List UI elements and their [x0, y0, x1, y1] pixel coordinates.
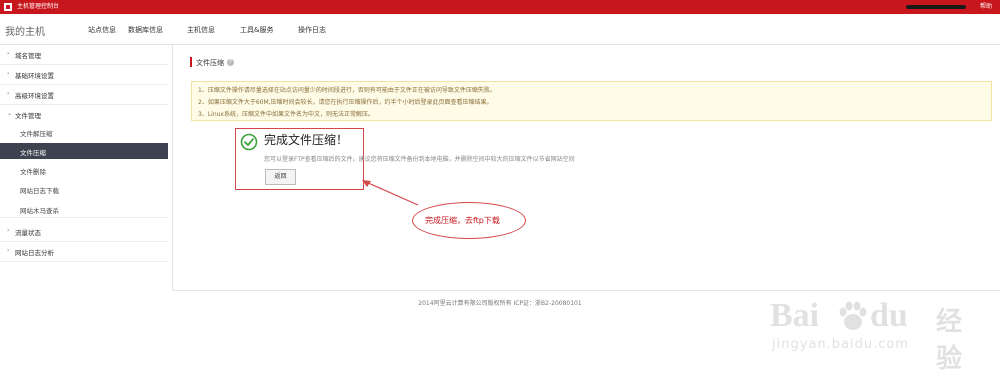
- sidebar-group-label: 高级环境设置: [15, 92, 54, 100]
- help-icon[interactable]: ?: [227, 59, 234, 66]
- notice-line-2: 2、如果压缩文件大于60M,压缩时间会较长，请您在执行压缩操作后，约半个小时后登…: [198, 99, 493, 106]
- sidebar-item-log-download[interactable]: 网站日志下载: [0, 181, 168, 197]
- sidebar-group-label: 文件管理: [15, 112, 41, 120]
- sidebar-item-label: 网站日志下载: [20, 187, 59, 195]
- sidebar-item-label: 网站木马查杀: [20, 207, 59, 215]
- chevron-right-icon: ›: [7, 247, 10, 254]
- nav-tools-services[interactable]: 工具&服务: [240, 25, 273, 35]
- sidebar-group-traffic[interactable]: › 流量状态: [0, 222, 168, 242]
- annotation-arrow: [362, 180, 419, 206]
- watermark-url: jingyan.baidu.com: [772, 337, 909, 352]
- chevron-right-icon: ›: [7, 50, 10, 57]
- nav-host-info[interactable]: 主机信息: [187, 25, 215, 35]
- nav-database-info[interactable]: 数据库信息: [128, 25, 163, 35]
- sidebar-group-label: 网站日志分析: [15, 249, 54, 257]
- nav-site-info[interactable]: 站点信息: [88, 25, 116, 35]
- sidebar-item-label: 文件删除: [20, 168, 46, 176]
- chevron-right-icon: ›: [7, 70, 10, 77]
- annotation-text: 完成压缩，去ftp下载: [425, 216, 500, 225]
- notice-box: 1、压缩文件操作请尽量选择在站点访问量少的时间段进行，否则有可能由于文件正在被访…: [191, 81, 992, 121]
- title-accent-bar: [190, 57, 192, 67]
- baidu-paw-icon: [839, 301, 867, 330]
- nav-operation-log[interactable]: 操作日志: [298, 25, 326, 35]
- watermark-bai: Bai: [770, 297, 820, 334]
- chevron-right-icon: ›: [7, 227, 10, 234]
- user-account-redacted[interactable]: [906, 5, 966, 9]
- main-nav: 我的主机 站点信息 数据库信息 主机信息 工具&服务 操作日志: [0, 14, 1000, 45]
- sidebar-item-label: 文件解压缩: [20, 130, 53, 138]
- brand-title[interactable]: 我的主机: [5, 23, 45, 38]
- back-button[interactable]: 返回: [265, 169, 296, 185]
- sidebar-group-file-management[interactable]: ⌄ 文件管理: [0, 105, 168, 124]
- sidebar-group-domain[interactable]: › 域名管理: [0, 45, 168, 65]
- sidebar-item-file-decompress[interactable]: 文件解压缩: [0, 124, 168, 140]
- sidebar-group-log-analysis[interactable]: › 网站日志分析: [0, 242, 168, 262]
- help-menu[interactable]: 帮助: [980, 2, 992, 12]
- result-title: 完成文件压缩！: [264, 133, 349, 147]
- sidebar-group-advanced-env[interactable]: › 高级环境设置: [0, 85, 168, 105]
- sidebar-group-label: 基础环境设置: [15, 72, 54, 80]
- sidebar-item-label: 文件压缩: [20, 149, 46, 157]
- sidebar-group-label: 域名管理: [15, 52, 41, 60]
- baidu-watermark: Bai du 经验 jingyan.baidu.com: [770, 297, 980, 377]
- check-circle-icon: [240, 133, 258, 151]
- watermark-jingyan: 经验: [936, 307, 963, 374]
- sidebar-item-trojan-scan[interactable]: 网站木马查杀: [0, 201, 168, 218]
- page-title: 文件压缩: [196, 59, 224, 67]
- watermark-du: du: [870, 297, 908, 334]
- sidebar-group-label: 流量状态: [15, 229, 41, 237]
- footer-divider: [172, 290, 1000, 291]
- chevron-down-icon: ⌄: [7, 110, 13, 117]
- notice-line-1: 1、压缩文件操作请尽量选择在站点访问量少的时间段进行，否则有可能由于文件正在被访…: [198, 87, 496, 94]
- chevron-right-icon: ›: [7, 90, 10, 97]
- notice-line-3: 3、Linux系统，压缩文件中如果文件名为中文，则无法正常解压。: [198, 111, 374, 118]
- sidebar-item-file-compress[interactable]: 文件压缩: [0, 143, 168, 159]
- sidebar: › 域名管理 › 基础环境设置 › 高级环境设置 ⌄ 文件管理 文件解压缩 文件…: [0, 45, 173, 290]
- top-bar: 主机管理控制台 帮助: [0, 0, 1000, 14]
- app-title: 主机管理控制台: [17, 3, 60, 10]
- sidebar-group-basic-env[interactable]: › 基础环境设置: [0, 65, 168, 85]
- result-description: 您可以登录FTP查看压缩后的文件。建议您将压缩文件备份到本地电脑，并删除空间中较…: [264, 156, 575, 163]
- logo-icon: [4, 3, 12, 11]
- sidebar-item-file-delete[interactable]: 文件删除: [0, 162, 168, 178]
